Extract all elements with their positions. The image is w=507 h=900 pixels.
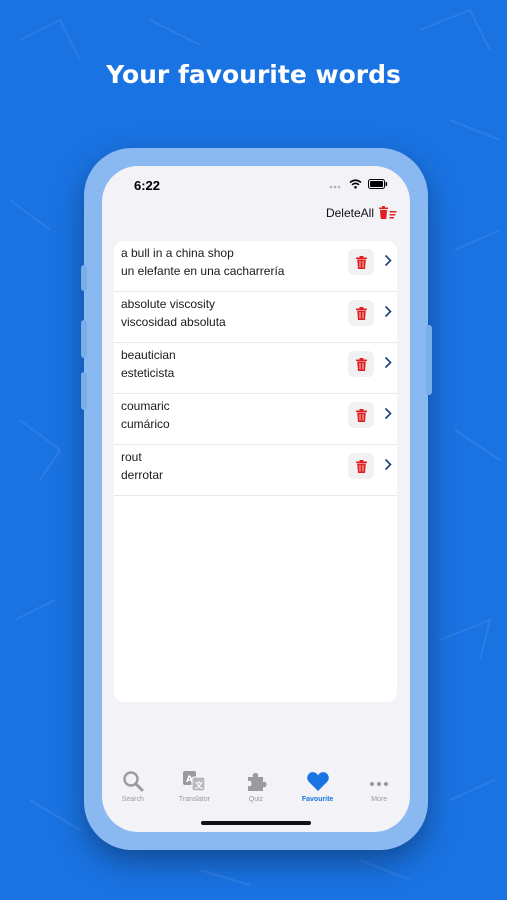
status-icons [329, 179, 388, 189]
app-screen: 6:22 DeleteAll a bull in a china shop un… [102, 166, 410, 832]
tab-bar: Search A 文 Translator Quiz Favourite Mor… [102, 766, 410, 816]
chevron-right-icon [384, 305, 392, 318]
favourite-row[interactable]: beautician esteticista [114, 343, 397, 394]
tab-search[interactable]: Search [102, 766, 164, 816]
status-bar: 6:22 [102, 166, 410, 206]
tab-quiz[interactable]: Quiz [225, 766, 287, 816]
delete-favourite-button[interactable] [348, 249, 374, 275]
favourite-row[interactable]: rout derrotar [114, 445, 397, 496]
tab-translator[interactable]: A 文 Translator [164, 766, 226, 816]
favourite-term: absolute viscosity [121, 297, 216, 311]
favourite-term: rout [121, 450, 142, 464]
favourite-row[interactable]: a bull in a china shop un elefante en un… [114, 241, 397, 292]
search-icon [123, 771, 144, 792]
chevron-right-icon [384, 254, 392, 267]
trash-icon [355, 306, 367, 320]
favourite-term: coumaric [121, 399, 170, 413]
svg-text:A: A [186, 775, 193, 785]
delete-favourite-button[interactable] [348, 300, 374, 326]
phone-volume-down-button [81, 372, 87, 410]
favourite-translation: cumárico [121, 417, 170, 431]
favourite-row[interactable]: absolute viscosity viscosidad absoluta [114, 292, 397, 343]
tab-label: Search [121, 796, 144, 803]
delete-favourite-button[interactable] [348, 351, 374, 377]
chevron-right-icon [384, 356, 392, 369]
favourite-translation: un elefante en una cacharrería [121, 264, 285, 278]
puzzle-icon [247, 773, 267, 791]
cellular-signal-icon [329, 185, 341, 188]
battery-icon [368, 179, 388, 189]
favourites-list: a bull in a china shop un elefante en un… [114, 241, 397, 702]
delete-favourite-button[interactable] [348, 453, 374, 479]
delete-all-icon [379, 206, 397, 219]
tab-label: Quiz [248, 796, 264, 803]
page-headline: Your favourite words [106, 60, 401, 89]
phone-power-button [426, 325, 432, 395]
tab-favourite[interactable]: Favourite [287, 766, 349, 816]
tab-label: Favourite [301, 796, 334, 803]
favourite-term: a bull in a china shop [121, 246, 234, 260]
svg-text:文: 文 [195, 780, 204, 790]
delete-all-label: DeleteAll [325, 206, 374, 220]
tab-label: Translator [178, 796, 211, 803]
translator-icon: A 文 [183, 771, 206, 792]
delete-favourite-button[interactable] [348, 402, 374, 428]
favourite-term: beautician [121, 348, 176, 362]
tab-label: More [371, 796, 388, 803]
trash-icon [355, 459, 367, 473]
phone-side-button [81, 265, 87, 291]
wifi-icon [349, 179, 362, 189]
chevron-right-icon [384, 458, 392, 471]
trash-icon [355, 357, 367, 371]
trash-icon [355, 255, 367, 269]
home-indicator [201, 821, 311, 825]
favourite-translation: viscosidad absoluta [121, 315, 226, 329]
favourite-translation: esteticista [121, 366, 175, 380]
heart-icon [306, 772, 329, 791]
status-time: 6:22 [134, 178, 161, 193]
phone-volume-up-button [81, 320, 87, 358]
chevron-right-icon [384, 407, 392, 420]
tab-more[interactable]: More [348, 766, 410, 816]
favourite-row[interactable]: coumaric cumárico [114, 394, 397, 445]
delete-all-button[interactable]: DeleteAll [326, 206, 398, 220]
trash-icon [355, 408, 367, 422]
favourite-translation: derrotar [121, 468, 164, 482]
more-icon [370, 782, 389, 786]
